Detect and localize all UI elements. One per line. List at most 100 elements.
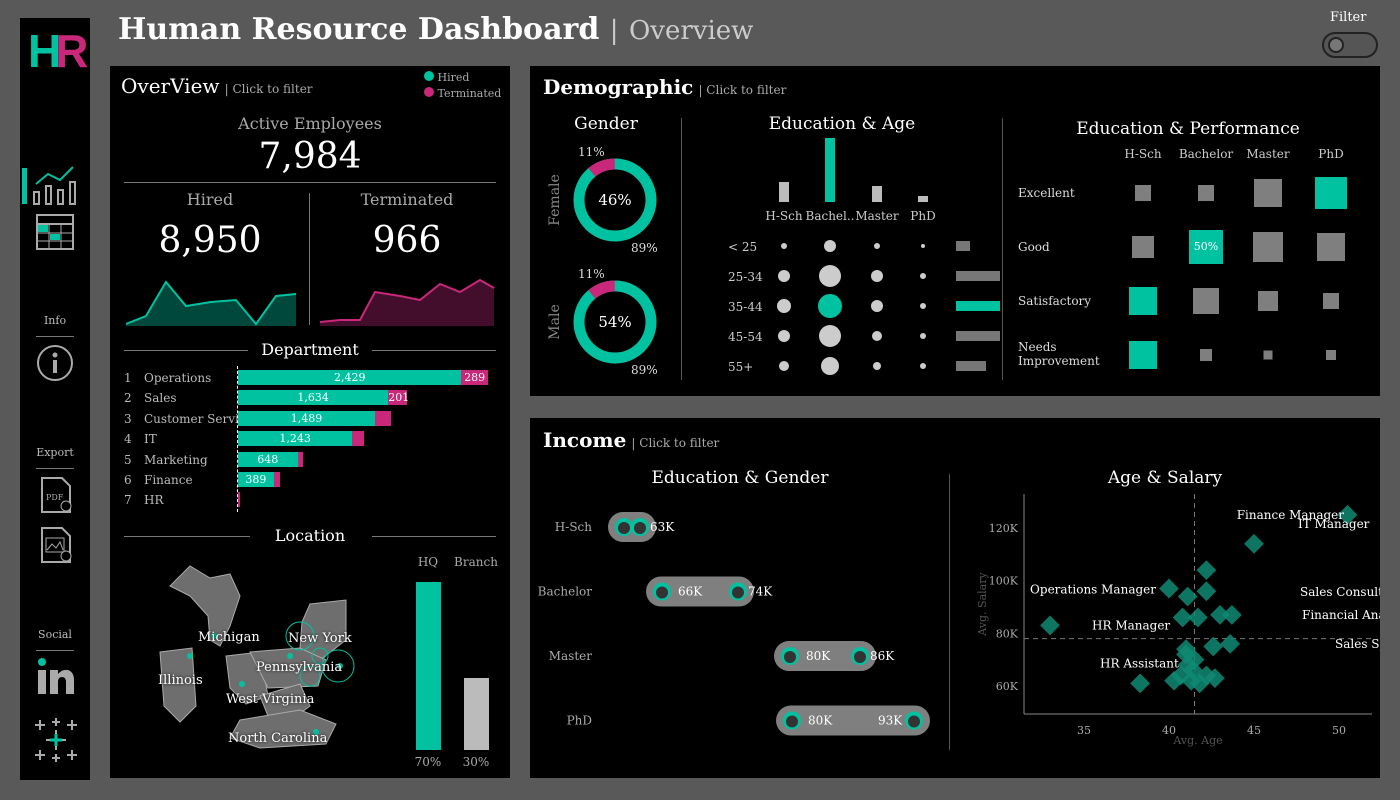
divider [36,468,74,469]
income-row-label: PhD [567,714,592,728]
terminated-bar[interactable] [238,492,240,508]
person-face [908,715,920,728]
department-row[interactable]: 7 HR [110,491,510,509]
department-row[interactable]: 2 Sales 1,634 201 [110,389,510,407]
scatter-point [1244,533,1264,554]
perf-square [1315,177,1347,209]
department-row[interactable]: 3 Customer Service 1,489 [110,410,510,428]
y-tick: 80K [996,627,1019,640]
dept-rank: 3 [124,411,132,426]
income-male-label: 74K [748,585,773,599]
perf-square [1193,288,1219,314]
age-dot [872,331,882,341]
hired-bar[interactable]: 389 [238,472,274,487]
terminated-bar[interactable] [352,431,365,447]
info-icon[interactable] [36,344,74,386]
donut-center: 46% [598,191,631,209]
hired-bar[interactable]: 1,489 [238,410,375,426]
department-row[interactable]: 4 IT 1,243 [110,430,510,448]
income-female-label: 66K [678,585,703,599]
age-dot [819,265,841,287]
location-bars[interactable]: HQ 70% Branch 30% [410,554,500,776]
hired-bar[interactable]: 1,243 [238,431,353,447]
x-tick: 35 [1077,724,1091,737]
scatter-point [1130,673,1150,694]
age-label: 25-34 [728,270,763,284]
department-row[interactable]: 5 Marketing 648 [110,451,510,469]
perf-square [1129,287,1157,315]
perf-square [1200,349,1212,361]
terminated-sparkline[interactable] [320,270,496,326]
scatter-point [1159,578,1179,599]
linkedin-icon[interactable] [36,656,76,700]
gender-donuts[interactable]: Female 46% 11% 89% Male 54% 11% 89% [540,142,680,382]
hired-sparkline[interactable] [126,270,300,326]
perf-square [1326,350,1336,360]
perf-row-label: Needs Improvement [1018,340,1100,368]
hired-bar[interactable]: 648 [238,451,298,467]
demographic-panel: Demographic | Click to filter Gender Fem… [530,66,1380,396]
image-export-icon[interactable] [40,526,74,568]
income-row-label: Bachelor [538,585,593,599]
age-dot [777,299,791,313]
perf-highlight-label: 50% [1194,240,1218,253]
edu-perf-chart[interactable]: H-Sch Bachelor Master PhD Excellent Good Satis… [1008,144,1378,384]
hired-bar[interactable]: 1,634 [238,390,389,406]
x-tick: 45 [1247,724,1261,737]
hr-logo: HR [28,25,89,77]
person-icon [781,647,799,665]
perf-col-label: Master [1246,147,1290,161]
divider [681,118,682,380]
overview-chart-icon[interactable] [22,164,78,210]
hired-bar[interactable]: 2,429 [238,370,462,385]
perf-square [1198,185,1214,201]
dept-name: IT [144,432,157,447]
department-row[interactable]: 6 Finance 389 [110,471,510,489]
edu-gender-chart[interactable]: H-Sch 63K Bachelor 66K 74K Master 80K 86K PhD 80K… [530,502,945,762]
y-tick: 100K [989,575,1019,588]
gender-label: Male [547,304,563,339]
edu-age-title: Education & Age [768,114,916,134]
income-male-label: 93K [878,714,903,728]
person-icon [729,582,747,601]
edu-age-chart[interactable]: H-Sch Bachel.. Master PhD < 25 25-34 35-44 45-5… [690,138,1000,386]
donut-center: 54% [598,313,631,331]
perf-square [1135,185,1151,201]
toggle-knob[interactable] [1328,37,1344,53]
pdf-export-icon[interactable]: PDF [40,476,74,518]
age-salary-chart[interactable]: 120K100K80K60K35 40 45 50Avg. SalaryAvg. Ag… [952,488,1380,758]
location-bar [464,678,489,750]
export-label: Export [36,446,74,459]
overview-heading[interactable]: OverView | Click to filter [121,74,313,98]
age-bar [956,271,1000,281]
edu-perf-title: Education & Performance [1076,119,1300,139]
age-label: 45-54 [728,330,763,344]
divider [1002,118,1003,380]
legend-terminated[interactable]: Terminated [424,86,501,102]
demographic-heading[interactable]: Demographic | Click to filter [543,75,786,99]
age-dot [818,294,842,318]
terminated-bar[interactable] [374,410,391,426]
location-bar [416,582,441,750]
income-heading[interactable]: Income | Click to filter [543,428,719,452]
scatter-annotation: HR Manager [1092,618,1170,632]
page-title: Human Resource Dashboard | Overview [118,12,754,47]
terminated-bar[interactable]: 289 [461,370,488,385]
terminated-bar[interactable]: 201 [388,390,409,406]
person-icon [653,582,671,601]
department-row[interactable]: 1 Operations 2,429 289 [110,369,510,387]
tableau-icon[interactable] [32,716,80,768]
divider [124,182,496,183]
dept-rank: 2 [124,391,132,406]
perf-col-label: H-Sch [1124,147,1161,161]
person-face [618,522,630,534]
age-label: 55+ [728,360,753,374]
filter-toggle[interactable] [1322,32,1378,58]
terminated-bar[interactable] [273,472,281,487]
divider [372,350,496,351]
legend-hired[interactable]: Hired [424,70,501,86]
terminated-bar[interactable] [297,451,304,467]
table-view-icon[interactable] [36,214,74,254]
person-face [732,586,744,599]
filter-label: Filter [1330,10,1367,25]
